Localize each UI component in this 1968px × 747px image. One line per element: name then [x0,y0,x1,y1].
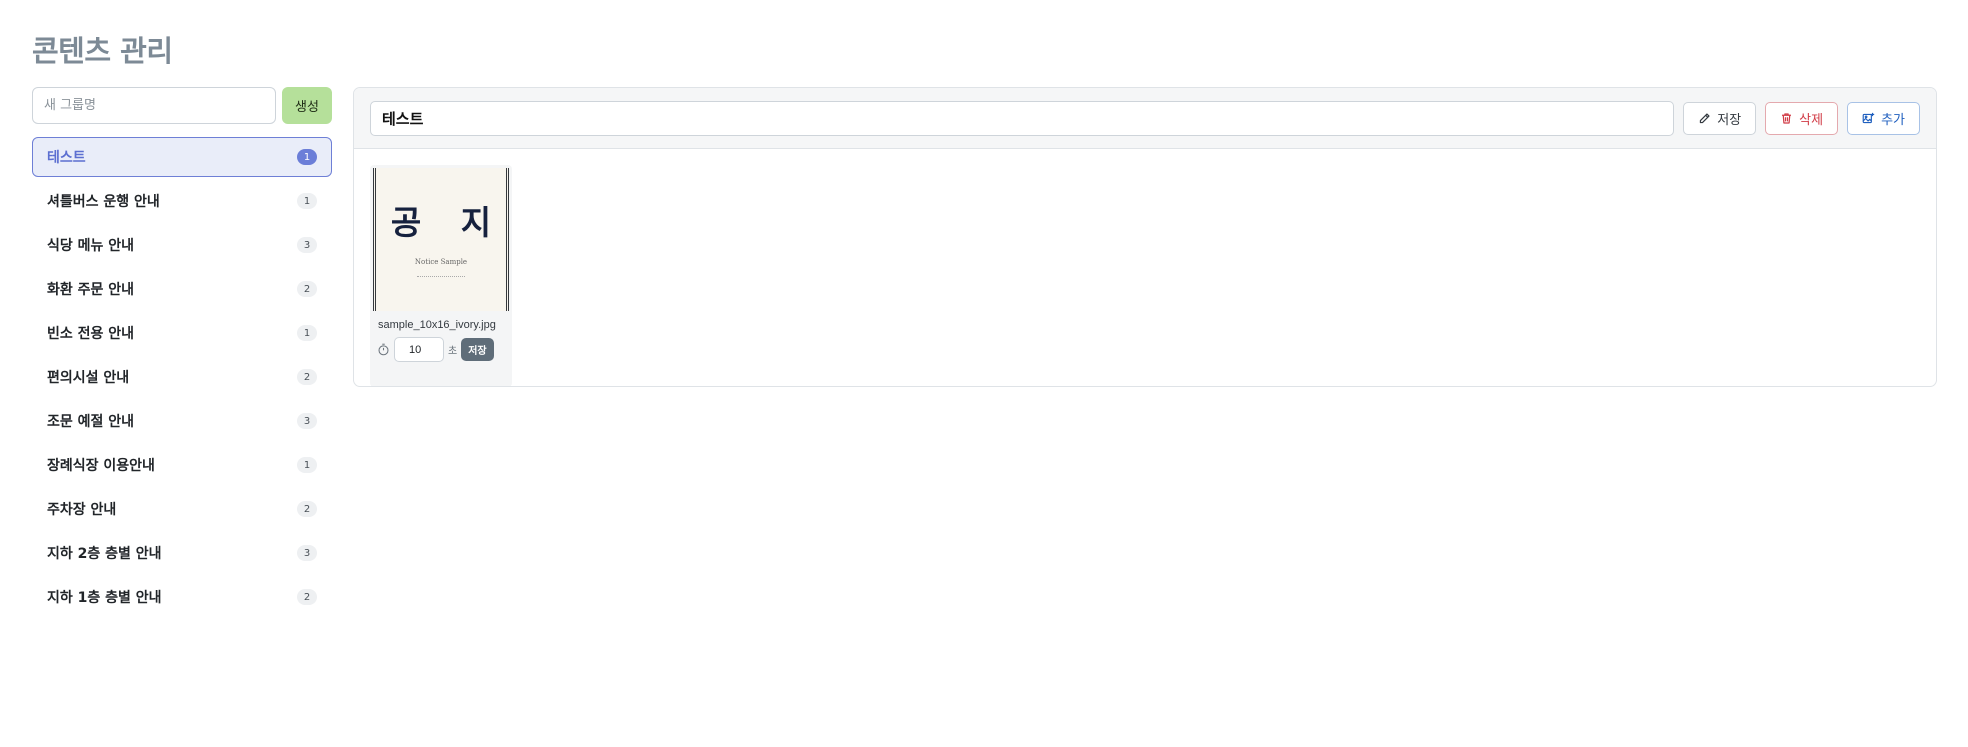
media-grid: 공 지 Notice Sample sample_10x16_ivory.jpg… [354,149,1936,386]
group-count-badge: 2 [297,281,317,297]
thumbnail-divider [417,276,465,277]
group-label: 지하 1층 층별 안내 [47,590,162,606]
group-label: 빈소 전용 안내 [47,326,135,342]
group-name-input[interactable] [370,100,1675,136]
duration-row: 초 저장 [377,337,509,362]
group-list: 테스트 1 셔틀버스 운행 안내 1 식당 메뉴 안내 3 화환 주문 안내 2… [32,137,332,617]
group-item-facilities[interactable]: 편의시설 안내 2 [32,357,332,397]
group-item-mourning-room[interactable]: 빈소 전용 안내 1 [32,313,332,353]
group-item-wreath-order[interactable]: 화환 주문 안내 2 [32,269,332,309]
group-item-condolence-etiquette[interactable]: 조문 예절 안내 3 [32,401,332,441]
group-label: 편의시설 안내 [47,370,130,386]
group-count-badge: 3 [297,413,317,429]
delete-group-button[interactable]: 삭제 [1765,101,1839,135]
media-thumbnail[interactable]: 공 지 Notice Sample [373,168,509,311]
group-label: 조문 예절 안내 [47,414,135,430]
group-count-badge: 2 [297,589,317,605]
group-item-test[interactable]: 테스트 1 [32,137,332,177]
trash-icon [1782,112,1792,124]
new-group-input[interactable] [32,87,276,124]
group-item-basement-2-floors[interactable]: 지하 2층 층별 안내 3 [32,533,332,573]
image-plus-icon [1862,112,1875,123]
group-count-badge: 1 [297,457,317,473]
group-count-badge: 3 [297,237,317,253]
new-group-row: 생성 [32,87,332,124]
group-count-badge: 3 [297,545,317,561]
thumbnail-title: 공 지 [390,203,506,242]
page-title: 콘텐츠 관리 [32,34,173,68]
group-label: 화환 주문 안내 [47,282,135,298]
group-content-panel: 저장 삭제 추가 공 지 Notice Sample sample_10x16_… [353,87,1937,387]
group-item-parking[interactable]: 주차장 안내 2 [32,489,332,529]
group-label: 식당 메뉴 안내 [47,238,135,254]
group-label: 지하 2층 층별 안내 [47,546,162,562]
panel-header: 저장 삭제 추가 [354,88,1936,149]
group-label: 테스트 [47,150,86,166]
timer-icon [378,343,389,356]
add-label: 추가 [1881,112,1905,128]
group-item-shuttle-bus[interactable]: 셔틀버스 운행 안내 1 [32,181,332,221]
group-item-basement-1-floors[interactable]: 지하 1층 층별 안내 2 [32,577,332,617]
media-filename: sample_10x16_ivory.jpg [378,319,496,331]
duration-input[interactable] [394,337,444,362]
group-count-badge: 1 [297,193,317,209]
group-label: 주차장 안내 [47,502,117,518]
group-label: 셔틀버스 운행 안내 [47,194,160,210]
group-count-badge: 1 [297,325,317,341]
group-label: 장례식장 이용안내 [47,458,155,474]
media-card: 공 지 Notice Sample sample_10x16_ivory.jpg… [370,165,512,386]
create-group-button[interactable]: 생성 [282,87,332,124]
save-group-button[interactable]: 저장 [1683,101,1757,135]
add-media-button[interactable]: 추가 [1847,101,1920,135]
thumbnail-subtitle: Notice Sample [414,258,468,266]
delete-label: 삭제 [1799,112,1824,128]
group-item-funeral-hall-guide[interactable]: 장례식장 이용안내 1 [32,445,332,485]
group-count-badge: 2 [297,501,317,517]
pencil-icon [1700,112,1710,123]
save-label: 저장 [1717,112,1742,128]
sidebar: 생성 테스트 1 셔틀버스 운행 안내 1 식당 메뉴 안내 3 화환 주문 안… [32,87,332,621]
save-duration-button[interactable]: 저장 [461,338,494,361]
duration-unit: 초 [448,346,458,357]
group-count-badge: 2 [297,369,317,385]
group-item-restaurant-menu[interactable]: 식당 메뉴 안내 3 [32,225,332,265]
group-count-badge: 1 [297,149,317,165]
